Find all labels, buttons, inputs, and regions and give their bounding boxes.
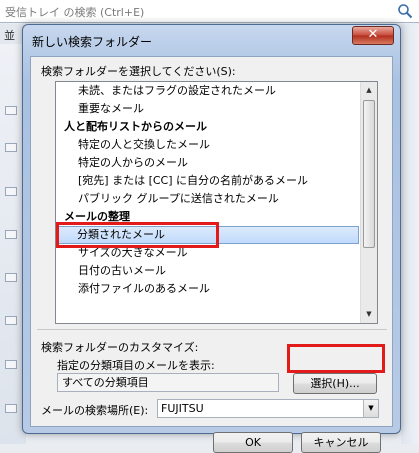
mail-icon	[5, 230, 17, 239]
scroll-thumb[interactable]	[363, 100, 375, 248]
customize-label: 検索フォルダーのカスタマイズ:	[41, 341, 199, 354]
list-group-header: 人と配布リストからのメール	[64, 120, 207, 133]
close-icon: ✕	[367, 27, 379, 42]
mail-icon	[5, 187, 17, 196]
list-item[interactable]: [宛先] または [CC] に自分の名前があるメール	[56, 172, 361, 190]
list-item[interactable]: 特定の人と交換したメール	[56, 136, 361, 154]
list-item[interactable]: パブリック グループに送信されたメール	[56, 190, 361, 208]
scroll-up-icon[interactable]: ▲	[361, 82, 377, 99]
category-prompt: 指定の分類項目のメールを表示:	[57, 359, 215, 372]
search-icon[interactable]	[397, 3, 413, 19]
background-search-bar[interactable]: 受信トレイ の検索 (Ctrl+E)	[0, 0, 419, 23]
mail-icon	[5, 273, 17, 282]
list-scrollbar[interactable]: ▲ ▼	[360, 82, 377, 323]
list-group-header: メールの整理	[64, 210, 130, 223]
close-button[interactable]: ✕	[352, 26, 394, 45]
mail-icon	[5, 316, 17, 325]
search-folder-list[interactable]: 未読、またはフラグの設定されたメール 重要なメール人と配布リストからのメール特定の…	[55, 81, 378, 324]
mail-icon	[5, 143, 17, 152]
dialog-titlebar[interactable]: 新しい検索フォルダー ✕	[23, 25, 400, 55]
search-location-label: メールの検索場所(E):	[41, 404, 149, 417]
dialog-title: 新しい検索フォルダー	[32, 35, 153, 49]
ok-button[interactable]: OK	[213, 432, 293, 453]
mail-icon	[5, 360, 17, 369]
cancel-button[interactable]: キャンセル	[301, 432, 381, 453]
select-categories-button[interactable]: 選択(H)...	[293, 373, 377, 394]
background-search-placeholder: 受信トレイ の検索 (Ctrl+E)	[5, 6, 145, 19]
search-location-dropdown[interactable]: FUJITSU ▼	[157, 399, 379, 418]
new-search-folder-dialog: 新しい検索フォルダー ✕ 検索フォルダーを選択してください(S): 未読、または…	[22, 24, 401, 453]
section-divider	[37, 329, 387, 330]
background-reading-pane-strip	[401, 24, 419, 444]
list-item[interactable]: 特定の人からのメール	[56, 154, 361, 172]
mail-icon	[5, 106, 17, 115]
list-item[interactable]: 未読、またはフラグの設定されたメール	[56, 82, 361, 100]
list-item[interactable]: 分類されたメール	[58, 226, 359, 244]
list-item[interactable]: 添付ファイルのあるメール	[56, 280, 361, 298]
list-item[interactable]: 重要なメール	[56, 100, 361, 118]
list-item[interactable]: 日付の古いメール	[56, 262, 361, 280]
dialog-client-area: 検索フォルダーを選択してください(S): 未読、またはフラグの設定されたメール重…	[30, 56, 393, 453]
select-folder-label: 検索フォルダーを選択してください(S):	[41, 65, 236, 78]
chevron-down-icon[interactable]: ▼	[363, 400, 378, 417]
category-field: すべての分類項目	[57, 373, 279, 392]
list-item[interactable]: サイズの大きなメール	[56, 244, 361, 262]
mail-icon	[5, 404, 17, 413]
search-folder-list-items: 未読、またはフラグの設定されたメール 重要なメール人と配布リストからのメール特定の…	[56, 82, 361, 298]
scroll-down-icon[interactable]: ▼	[361, 306, 377, 323]
search-location-value: FUJITSU	[161, 402, 204, 415]
